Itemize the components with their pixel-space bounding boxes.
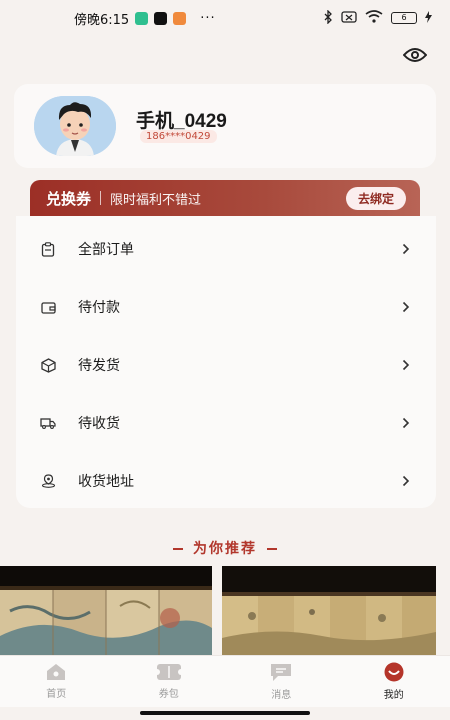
avatar[interactable]: [34, 96, 116, 156]
chevron-right-icon: [402, 242, 412, 256]
recommend-section-title: 为你推荐: [0, 538, 450, 558]
recommend-title-text: 为你推荐: [193, 541, 257, 557]
user-name: 手机_0429: [136, 111, 227, 132]
tab-label: 消息: [271, 690, 292, 701]
product-card[interactable]: [0, 566, 212, 656]
tab-home[interactable]: 首页: [0, 656, 113, 707]
status-right: 6: [323, 8, 432, 27]
home-icon: [47, 664, 66, 680]
profile-icon: [384, 662, 404, 682]
avatar-illustration: [34, 96, 116, 156]
menu-item-label: 待付款: [78, 300, 120, 316]
app-notification-icon: [135, 11, 149, 25]
bind-coupon-button[interactable]: 去绑定: [345, 186, 406, 210]
product-card[interactable]: [222, 566, 436, 656]
chevron-right-icon: [402, 416, 412, 430]
chevron-right-icon: [402, 358, 412, 372]
product-image: [0, 566, 212, 656]
menu-item-pending-receipt[interactable]: 待收货: [16, 394, 436, 452]
location-icon: [40, 473, 56, 489]
eye-icon: [403, 48, 427, 62]
battery-icon: 6: [391, 12, 417, 24]
tab-coupons[interactable]: 券包: [113, 656, 226, 707]
status-bar: 傍晚6:15 ··· 6: [0, 0, 450, 36]
bluetooth-icon: [323, 8, 333, 27]
status-time: 傍晚6:15: [74, 12, 130, 28]
menu-item-pending-payment[interactable]: 待付款: [16, 278, 436, 336]
menu-item-pending-shipment[interactable]: 待发货: [16, 336, 436, 394]
box-icon: [40, 357, 56, 373]
coupon-description: 限时福利不错过: [110, 192, 202, 208]
tiktok-icon: [154, 11, 168, 25]
menu-item-label: 待收货: [78, 416, 120, 432]
order-menu: 全部订单 待付款 待发货 待收货 收货地址: [16, 216, 436, 508]
menu-item-all-orders[interactable]: 全部订单: [16, 220, 436, 278]
menu-item-label: 待发货: [78, 358, 120, 374]
tab-label: 首页: [46, 689, 67, 700]
truck-icon: [40, 415, 56, 431]
privacy-toggle-button[interactable]: [401, 44, 429, 66]
user-phone: 186****0429: [140, 130, 217, 143]
menu-item-shipping-address[interactable]: 收货地址: [16, 452, 436, 510]
chevron-right-icon: [402, 474, 412, 488]
more-notifications: ···: [200, 10, 216, 26]
tab-label: 我的: [383, 690, 404, 701]
coupon-banner[interactable]: 兑换券 限时福利不错过 去绑定: [30, 180, 420, 216]
sim-icon: [341, 10, 357, 26]
wallet-icon: [40, 299, 56, 315]
home-indicator[interactable]: [140, 711, 310, 715]
tab-profile[interactable]: 我的: [338, 656, 450, 707]
coupon-title: 兑换券: [46, 189, 92, 208]
menu-item-label: 收货地址: [78, 474, 134, 490]
tab-label: 券包: [158, 689, 179, 700]
title-dash: [267, 548, 277, 550]
product-image: [222, 566, 436, 656]
menu-item-label: 全部订单: [78, 242, 134, 258]
bottom-tab-bar: 首页 券包 消息 我的: [0, 655, 450, 707]
profile-card[interactable]: 手机_0429 186****0429: [14, 84, 436, 168]
wifi-icon: [365, 10, 383, 26]
chevron-right-icon: [402, 300, 412, 314]
charging-icon: [425, 10, 432, 26]
app-notification-icon: [173, 11, 187, 25]
clipboard-icon: [40, 241, 56, 257]
message-icon: [271, 664, 292, 681]
status-left: 傍晚6:15 ···: [74, 9, 216, 28]
tab-messages[interactable]: 消息: [225, 656, 338, 707]
ticket-icon: [155, 664, 182, 680]
coupon-divider: [100, 191, 102, 205]
title-dash: [173, 548, 183, 550]
